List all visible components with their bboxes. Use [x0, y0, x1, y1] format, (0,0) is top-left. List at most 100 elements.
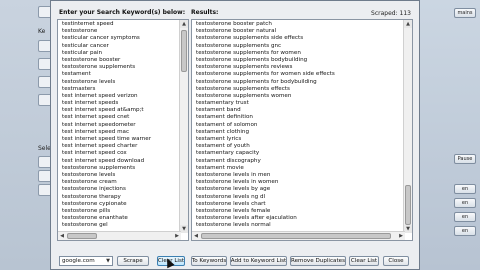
results-list-hscroll[interactable]: ◀ ▶: [192, 231, 405, 240]
list-item[interactable]: testament of youth: [196, 143, 400, 150]
list-item[interactable]: testosterone booster natural: [196, 28, 400, 35]
list-item[interactable]: testosterone supplements: [62, 64, 176, 71]
list-item[interactable]: test internet speed cnet: [62, 114, 176, 121]
list-item[interactable]: testosterone levels in men: [196, 172, 400, 179]
list-item[interactable]: testosterone: [62, 28, 176, 35]
list-item[interactable]: testosterone supplements for women: [196, 50, 400, 57]
search-engine-select[interactable]: google.com ▼: [59, 256, 113, 266]
search-engine-value: google.com: [62, 258, 95, 264]
list-item[interactable]: test internet speed at&amp;t: [62, 107, 176, 114]
list-item[interactable]: testosterone levels: [62, 172, 176, 179]
list-item[interactable]: test internet speeds: [62, 100, 176, 107]
scrape-button[interactable]: Scrape: [117, 256, 149, 266]
list-item[interactable]: testosterone injections: [62, 186, 176, 193]
list-item[interactable]: testamentary trust: [196, 100, 400, 107]
list-item[interactable]: test internet speed time warner: [62, 136, 176, 143]
results-list-items: testosterone booster patch testosterone b…: [196, 21, 400, 229]
list-item[interactable]: testosterone gel: [62, 222, 176, 229]
list-item[interactable]: testament: [62, 71, 176, 78]
list-item[interactable]: testmasters: [62, 86, 176, 93]
results-list-vscroll[interactable]: ▲ ▼: [403, 20, 412, 233]
list-item[interactable]: testosterone cream: [62, 179, 176, 186]
scroll-thumb[interactable]: [201, 233, 391, 239]
scroll-left-icon[interactable]: ◀: [58, 232, 66, 240]
results-list[interactable]: testosterone booster patch testosterone b…: [191, 19, 413, 241]
results-pane-title: Results:: [191, 9, 219, 16]
list-item[interactable]: testament band: [196, 107, 400, 114]
to-keywords-button[interactable]: To Keywords: [191, 256, 227, 266]
background-select-label: Sele: [38, 145, 51, 152]
background-left-panel: Ke Sele: [0, 0, 52, 270]
list-item[interactable]: test internet speedometer: [62, 122, 176, 129]
list-item[interactable]: testament movie: [196, 165, 400, 172]
background-button[interactable]: en: [454, 226, 476, 236]
list-item[interactable]: test internet speed mac: [62, 129, 176, 136]
chevron-down-icon[interactable]: ▼: [104, 257, 112, 265]
scroll-right-icon[interactable]: ▶: [173, 232, 181, 240]
list-item[interactable]: testosterone levels female: [196, 208, 400, 215]
list-item[interactable]: testosterone levels chart: [196, 201, 400, 208]
list-item[interactable]: testosterone supplements for bodybuildin…: [196, 79, 400, 86]
list-item[interactable]: testosterone supplements effects: [196, 86, 400, 93]
close-button[interactable]: Close: [383, 256, 409, 266]
list-item[interactable]: test internet speed download: [62, 158, 176, 165]
list-item[interactable]: testamentary capacity: [196, 150, 400, 157]
list-item[interactable]: testosterone levels: [62, 79, 176, 86]
list-item[interactable]: testosterone cypionate: [62, 201, 176, 208]
list-item[interactable]: testosterone supplements for women side …: [196, 71, 400, 78]
list-item[interactable]: testicular pain: [62, 50, 176, 57]
remove-duplicates-button[interactable]: Remove Duplicates: [290, 256, 346, 266]
list-item[interactable]: testosterone therapy: [62, 194, 176, 201]
list-item[interactable]: testosterone pills: [62, 208, 176, 215]
list-item[interactable]: testament discography: [196, 158, 400, 165]
list-item[interactable]: testosterone supplements reviews: [196, 64, 400, 71]
list-item[interactable]: testosterone supplements: [62, 165, 176, 172]
background-right-panel: mains Pause en en en en: [420, 0, 480, 270]
list-item[interactable]: testosterone booster patch: [196, 21, 400, 28]
clear-results-button[interactable]: Clear List: [349, 256, 379, 266]
scraped-count: Scraped: 113: [371, 10, 411, 17]
list-item[interactable]: testosterone levels after ejaculation: [196, 215, 400, 222]
list-item[interactable]: testament clothing: [196, 129, 400, 136]
list-item[interactable]: testosterone enanthate: [62, 215, 176, 222]
list-item[interactable]: testament definition: [196, 114, 400, 121]
scroll-up-icon[interactable]: ▲: [180, 20, 188, 28]
keyword-list-hscroll[interactable]: ◀ ▶: [58, 231, 181, 240]
keyword-list-items: testinternet speed testosterone testicular…: [62, 21, 176, 229]
keyword-list[interactable]: testinternet speed testosterone testicular…: [57, 19, 189, 241]
background-button[interactable]: en: [454, 184, 476, 194]
list-item[interactable]: testosterone booster: [62, 57, 176, 64]
scroll-left-icon[interactable]: ◀: [192, 232, 200, 240]
list-item[interactable]: testicular cancer: [62, 43, 176, 50]
list-item[interactable]: testosterone supplements bodybuilding: [196, 57, 400, 64]
list-item[interactable]: testicular cancer symptoms: [62, 35, 176, 42]
list-item[interactable]: testosterone levels ng dl: [196, 194, 400, 201]
keyword-scraper-dialog: Enter your Search Keyword(s) below: Resu…: [50, 0, 420, 270]
add-to-keyword-list-button[interactable]: Add to Keyword List: [230, 256, 287, 266]
scroll-down-icon[interactable]: ▼: [404, 225, 412, 233]
list-item[interactable]: testosterone levels in women: [196, 179, 400, 186]
list-item[interactable]: test internet speed charter: [62, 143, 176, 150]
background-button[interactable]: Pause: [454, 154, 476, 164]
scroll-down-icon[interactable]: ▼: [180, 225, 188, 233]
scroll-right-icon[interactable]: ▶: [397, 232, 405, 240]
scroll-thumb[interactable]: [67, 233, 97, 239]
background-keyword-label: Ke: [38, 28, 46, 35]
background-button[interactable]: en: [454, 198, 476, 208]
scroll-up-icon[interactable]: ▲: [404, 20, 412, 28]
keyword-list-vscroll[interactable]: ▲ ▼: [179, 20, 188, 233]
list-item[interactable]: testament lyrics: [196, 136, 400, 143]
list-item[interactable]: testinternet speed: [62, 21, 176, 28]
list-item[interactable]: testosterone levels by age: [196, 186, 400, 193]
list-item[interactable]: testosterone supplements gnc: [196, 43, 400, 50]
list-item[interactable]: testosterone levels normal: [196, 222, 400, 229]
scroll-thumb[interactable]: [405, 185, 411, 225]
list-item[interactable]: testament of solomon: [196, 122, 400, 129]
background-button[interactable]: mains: [454, 8, 476, 18]
list-item[interactable]: testosterone supplements women: [196, 93, 400, 100]
scroll-thumb[interactable]: [181, 30, 187, 72]
list-item[interactable]: testosterone supplements side effects: [196, 35, 400, 42]
list-item[interactable]: test internet speed verizon: [62, 93, 176, 100]
list-item[interactable]: test internet speed cox: [62, 150, 176, 157]
background-button[interactable]: en: [454, 212, 476, 222]
